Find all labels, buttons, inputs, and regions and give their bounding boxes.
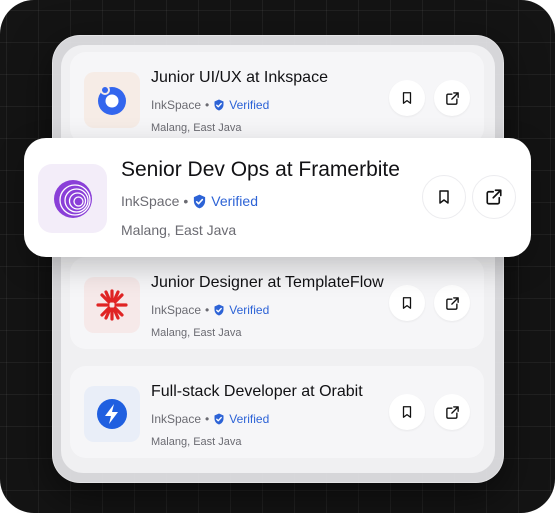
verified-label: Verified — [229, 303, 270, 317]
framerbite-logo-icon — [38, 164, 107, 233]
job-card-framerbite-highlighted[interactable]: Senior Dev Ops at Framerbite InkSpace • … — [24, 138, 531, 257]
company-name: InkSpace — [151, 412, 202, 426]
bookmark-button[interactable] — [389, 80, 425, 116]
external-link-icon — [445, 91, 459, 105]
job-title[interactable]: Junior UI/UX at Inkspace — [151, 69, 328, 87]
bookmark-icon — [402, 92, 412, 104]
bookmark-button[interactable] — [389, 394, 425, 430]
open-job-button[interactable] — [472, 175, 516, 219]
job-meta: InkSpace • Verified — [151, 412, 269, 426]
job-meta: InkSpace • Verified — [151, 303, 269, 317]
job-meta: InkSpace • Verified — [121, 193, 258, 209]
job-title[interactable]: Full-stack Developer at Orabit — [151, 383, 363, 401]
company-name: InkSpace — [151, 303, 202, 317]
bookmark-button[interactable] — [422, 175, 466, 219]
bookmark-icon — [402, 406, 412, 418]
verified-badge-icon — [213, 413, 225, 425]
inkspace-logo-icon — [84, 72, 140, 128]
job-location: Malang, East Java — [151, 327, 242, 339]
separator-dot: • — [205, 412, 210, 426]
verified-badge-icon — [213, 304, 225, 316]
job-card-inkspace[interactable]: Junior UI/UX at Inkspace InkSpace • Veri… — [70, 52, 484, 144]
verified-label: Verified — [229, 98, 270, 112]
open-job-button[interactable] — [434, 285, 470, 321]
external-link-icon — [486, 189, 502, 205]
job-title[interactable]: Junior Designer at TemplateFlow — [151, 274, 384, 292]
job-card-orabit[interactable]: Full-stack Developer at Orabit InkSpace … — [70, 366, 484, 458]
open-job-button[interactable] — [434, 394, 470, 430]
job-location: Malang, East Java — [121, 222, 237, 238]
job-card-templateflow[interactable]: Junior Designer at TemplateFlow InkSpace… — [70, 257, 484, 349]
verified-badge-icon — [192, 194, 207, 209]
bookmark-icon — [402, 297, 412, 309]
job-location: Malang, East Java — [151, 436, 242, 448]
open-job-button[interactable] — [434, 80, 470, 116]
job-location: Malang, East Java — [151, 122, 242, 134]
bookmark-icon — [439, 190, 449, 204]
separator-dot: • — [205, 98, 210, 112]
company-name: InkSpace — [151, 98, 202, 112]
external-link-icon — [445, 296, 459, 310]
job-meta: InkSpace • Verified — [151, 98, 269, 112]
verified-badge-icon — [213, 99, 225, 111]
orabit-logo-icon — [84, 386, 140, 442]
verified-label: Verified — [211, 193, 258, 209]
separator-dot: • — [183, 193, 189, 209]
separator-dot: • — [205, 303, 210, 317]
bookmark-button[interactable] — [389, 285, 425, 321]
company-name: InkSpace — [121, 193, 180, 209]
external-link-icon — [445, 405, 459, 419]
templateflow-logo-icon — [84, 277, 140, 333]
verified-label: Verified — [229, 412, 270, 426]
job-title[interactable]: Senior Dev Ops at Framerbite — [121, 158, 400, 182]
